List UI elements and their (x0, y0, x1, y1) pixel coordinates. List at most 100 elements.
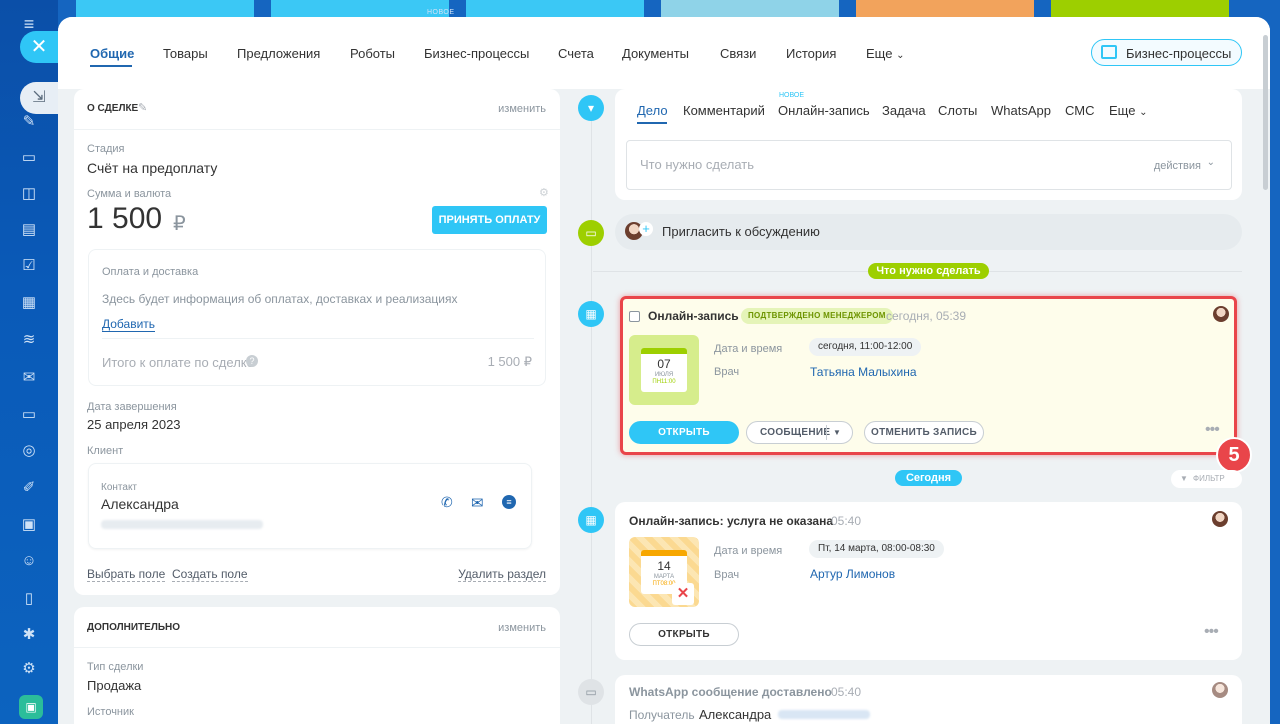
phone-icon[interactable]: ✆ (441, 494, 453, 511)
todo-input[interactable]: Что нужно сделать действия ⌄ (626, 140, 1232, 190)
booking1-cal-sub: ПН11:00 (652, 379, 676, 385)
booking2-card: Онлайн-запись: услуга не оказана 05:40 1… (615, 502, 1242, 660)
booking2-calendar-tile: 14 МАРТА ПТ08:00 ✕ (629, 537, 699, 607)
mail-icon[interactable]: ✉ (471, 494, 484, 512)
tab-underline (90, 65, 132, 67)
activity-tab-more[interactable]: Еще ⌄ (1109, 103, 1147, 118)
activity-tab-sms[interactable]: СМС (1065, 103, 1094, 118)
deal-type-value[interactable]: Продажа (87, 678, 141, 693)
invite-row[interactable]: + Пригласить к обсуждению (615, 214, 1242, 250)
left-rail: ≡ ✕ ⇲ ✎ ▭ ◫ ▤ ☑ ▦ ≋ ✉ ▭ ◎ ✐ ▣ ☺ ▯ ✱ ⚙ ▣ (0, 0, 58, 724)
step-number-badge: 5 (1216, 437, 1252, 473)
booking2-doctor-label: Врач (714, 569, 740, 581)
document-icon[interactable]: ▤ (19, 220, 39, 240)
close-date-value[interactable]: 25 апреля 2023 (87, 417, 181, 432)
create-field-link[interactable]: Создать поле (172, 567, 248, 582)
contact-card-icon[interactable]: ▣ (19, 515, 39, 535)
collapse-icon[interactable]: ⇲ (20, 82, 58, 114)
booking2-doctor-value[interactable]: Артур Лимонов (810, 567, 895, 581)
booking2-open-button[interactable]: ОТКРЫТЬ (629, 623, 739, 646)
activity-tab-whatsapp[interactable]: WhatsApp (991, 103, 1051, 118)
activity-editor: Дело Комментарий НОВОЕ Онлайн-запись Зад… (615, 89, 1242, 200)
pencil-icon[interactable]: ✎ (138, 101, 147, 114)
tab-offers[interactable]: Предложения (237, 46, 320, 61)
close-slider-button[interactable]: ✕ (20, 31, 58, 63)
activity-tab-todo[interactable]: Дело (637, 103, 668, 118)
gear-icon[interactable]: ⚙ (539, 186, 549, 199)
avatar (1213, 306, 1229, 322)
task-icon[interactable]: ☑ (19, 256, 39, 276)
edit-icon[interactable]: ✎ (19, 112, 39, 132)
users-icon[interactable]: ☺ (19, 551, 39, 571)
booking1-message-button[interactable]: СООБЩЕНИЕ ▼ (746, 421, 853, 444)
complete-checkbox[interactable] (629, 311, 640, 322)
extra-edit-link[interactable]: изменить (498, 622, 546, 634)
contact-name[interactable]: Александра (101, 496, 179, 512)
chat-icon[interactable]: ≡ (502, 495, 516, 509)
tab-invoices[interactable]: Счета (558, 46, 594, 61)
cancelled-x-icon: ✕ (672, 583, 694, 605)
booking1-doctor-value[interactable]: Татьяна Малыхина (810, 365, 917, 379)
whatsapp-title: WhatsApp сообщение доставлено (629, 685, 832, 699)
stage-value[interactable]: Счёт на предоплату (87, 160, 217, 176)
target-icon[interactable]: ◎ (19, 441, 39, 461)
settings-icon[interactable]: ⚙ (19, 659, 39, 679)
currency-symbol: ₽ (173, 213, 186, 235)
card-icon[interactable]: ▭ (19, 405, 39, 425)
deal-edit-link[interactable]: изменить (498, 103, 546, 115)
today-section-pill: Сегодня (895, 470, 962, 486)
help-icon[interactable]: ? (246, 355, 258, 367)
payment-info: Здесь будет информация об оплатах, доста… (102, 292, 458, 306)
activity-tab-online-booking[interactable]: Онлайн-запись (778, 103, 870, 118)
box-icon[interactable]: ◫ (19, 184, 39, 204)
calendar-icon[interactable]: ▦ (19, 293, 39, 313)
deal-slider: Общие Товары Предложения Роботы Бизнес-п… (58, 17, 1270, 724)
mail-icon[interactable]: ✉ (19, 368, 39, 388)
file-icon[interactable]: ▯ (19, 589, 39, 609)
tab-history[interactable]: История (786, 46, 836, 61)
activity-tab-slots[interactable]: Слоты (938, 103, 977, 118)
actions-dropdown[interactable]: действия (1154, 160, 1201, 172)
tab-business-processes[interactable]: Бизнес-процессы (424, 46, 529, 61)
tab-more[interactable]: Еще ⌄ (866, 46, 904, 61)
booking1-open-button[interactable]: ОТКРЫТЬ (629, 421, 739, 444)
booking2-datetime-value: Пт, 14 марта, 08:00-08:30 (809, 540, 944, 558)
filter-button[interactable]: ▼ ФИЛЬТР (1171, 470, 1242, 488)
chat-icon[interactable]: ▭ (19, 148, 39, 168)
more-dots-icon[interactable]: ••• (1204, 623, 1219, 641)
whatsapp-recipient-name[interactable]: Александра (699, 707, 771, 722)
timeline-line (591, 117, 592, 724)
tab-documents[interactable]: Документы (622, 46, 689, 61)
activity-tab-comment[interactable]: Комментарий (683, 103, 765, 118)
filter-icon[interactable]: ≋ (19, 330, 39, 350)
tab-links[interactable]: Связи (720, 46, 756, 61)
filter-label: ФИЛЬТР (1193, 474, 1225, 483)
booking2-cal-day: 14 (657, 559, 671, 573)
booking1-calendar-tile: 07 ИЮЛЯ ПН11:00 (629, 335, 699, 405)
scrollbar[interactable] (1263, 35, 1268, 190)
delete-section-link[interactable]: Удалить раздел (458, 567, 546, 582)
accept-payment-button[interactable]: ПРИНЯТЬ ОПЛАТУ (432, 206, 547, 234)
payment-add-link[interactable]: Добавить (102, 317, 156, 332)
activity-tab-underline (637, 122, 667, 124)
tab-robots[interactable]: Роботы (350, 46, 395, 61)
chevron-down-icon: ⌄ (1139, 107, 1148, 118)
divider (102, 338, 534, 339)
tab-general[interactable]: Общие (90, 46, 134, 61)
deal-info-card: О СДЕЛКЕ ✎ изменить Стадия Счёт на предо… (74, 89, 560, 595)
booking1-datetime-label: Дата и время (714, 343, 783, 355)
booking1-cal-month: ИЮЛЯ (654, 372, 674, 378)
select-field-link[interactable]: Выбрать поле (87, 567, 166, 582)
bug-icon[interactable]: ✱ (19, 625, 39, 645)
close-date-label: Дата завершения (87, 401, 177, 413)
business-processes-button[interactable]: Бизнес-процессы (1091, 39, 1242, 66)
pen-icon[interactable]: ✐ (19, 478, 39, 498)
tab-products[interactable]: Товары (163, 46, 208, 61)
more-dots-icon[interactable]: ••• (1205, 421, 1220, 439)
activity-tab-task[interactable]: Задача (882, 103, 926, 118)
deal-section-title: О СДЕЛКЕ (87, 103, 139, 114)
app-icon[interactable]: ▣ (19, 695, 43, 719)
booking2-time: 05:40 (831, 514, 862, 528)
extra-section-title: ДОПОЛНИТЕЛЬНО (87, 622, 181, 633)
booking1-cancel-button[interactable]: ОТМЕНИТЬ ЗАПИСЬ (864, 421, 984, 444)
